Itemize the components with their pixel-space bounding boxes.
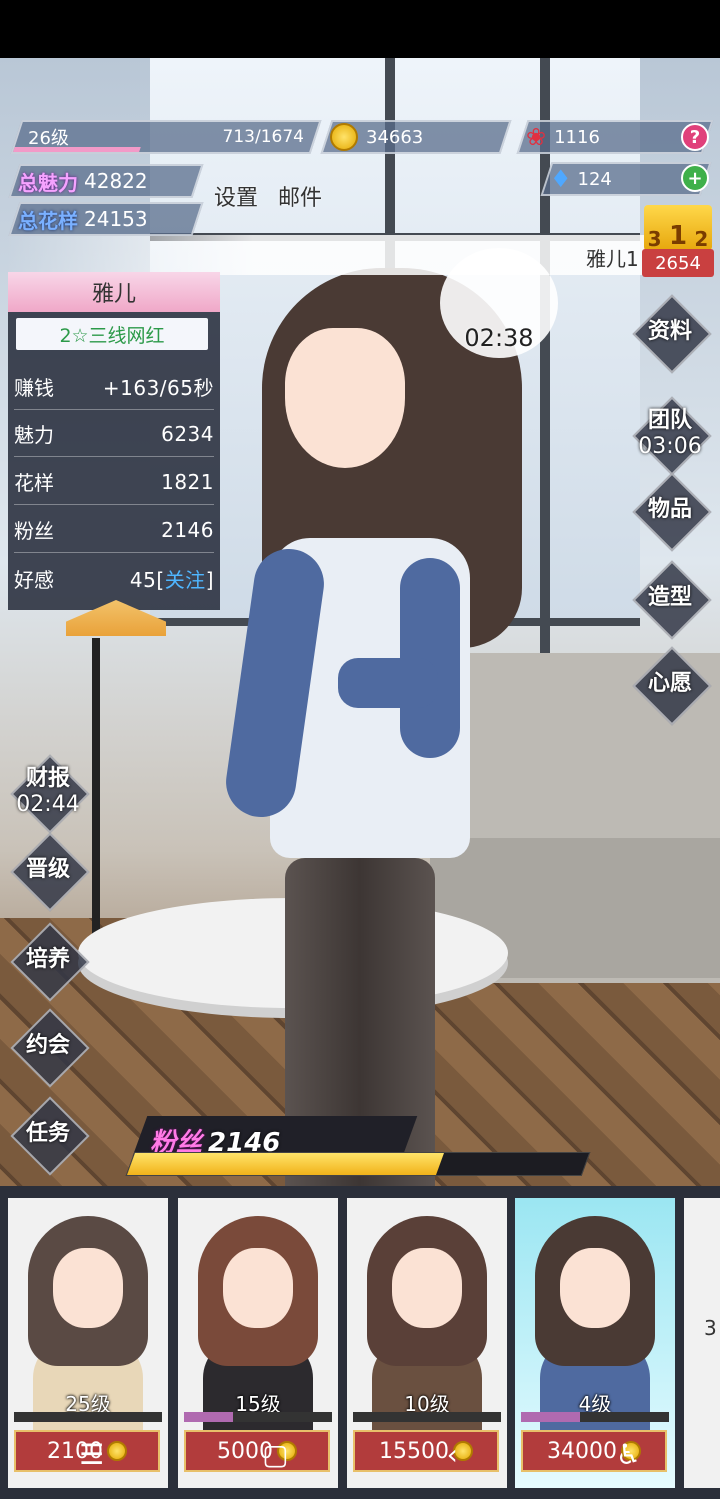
favor-label: 好感 xyxy=(14,567,54,592)
train-button[interactable]: 培养 xyxy=(12,924,84,996)
card-face xyxy=(560,1248,630,1328)
coin-counter[interactable]: 34663 xyxy=(320,120,512,154)
date-button[interactable]: 约会 xyxy=(12,1010,84,1082)
favor-row: 好感 45[关注] xyxy=(14,555,214,601)
podium-3rd: 3 xyxy=(647,227,662,251)
add-diamond-button[interactable]: + xyxy=(681,164,709,192)
podium-icon: 3 1 2 xyxy=(644,205,712,251)
promote-button[interactable]: 晋级 xyxy=(12,834,84,906)
settings-button[interactable]: 设置 xyxy=(214,180,258,212)
level-bar[interactable]: 26级 713/1674 xyxy=(10,120,322,154)
charm-label: 总魅力 xyxy=(18,170,78,195)
character-tier: 2☆三线网红 xyxy=(16,318,208,350)
podium-2nd: 2 xyxy=(694,227,709,251)
card-face xyxy=(392,1248,462,1328)
stat-value: 2146 xyxy=(161,517,214,542)
report-timer: 02:44 xyxy=(16,792,80,817)
tasks-label: 任务 xyxy=(25,1121,70,1146)
team-button[interactable]: 团队 03:06 xyxy=(634,398,706,470)
stat-label: 魅力 xyxy=(14,423,54,447)
styling-button[interactable]: 造型 xyxy=(634,562,706,634)
coin-icon xyxy=(330,123,358,151)
total-style: 总花样 24153 xyxy=(8,202,204,236)
styling-label: 造型 xyxy=(647,585,692,610)
peek-label: 3 xyxy=(704,1316,717,1340)
profile-label: 资料 xyxy=(647,319,692,344)
stat-row: 花样 1821 xyxy=(14,459,214,505)
style-value: 24153 xyxy=(84,207,148,231)
bubble-timer: 02:38 xyxy=(464,324,534,352)
stat-value: 6234 xyxy=(161,421,214,446)
system-nav-bar: ☰ ▢ ‹ ♿ xyxy=(0,1410,720,1499)
charm-value: 42822 xyxy=(84,169,148,193)
diamond-icon: ♦ xyxy=(550,165,572,193)
profile-button[interactable]: 资料 xyxy=(634,296,706,368)
rank-score: 2654 xyxy=(642,249,714,277)
rank-badge[interactable]: 3 1 2 2654 xyxy=(642,205,714,281)
team-timer: 03:06 xyxy=(638,434,702,459)
floor-lamp xyxy=(92,638,100,958)
fans-progress-fill xyxy=(126,1153,444,1175)
banner-name: 雅儿1 xyxy=(586,247,639,271)
stat-label: 粉丝 xyxy=(14,519,54,543)
wish-label: 心愿 xyxy=(647,671,692,696)
favor-value: 45[关注] xyxy=(129,567,214,592)
team-label: 团队 xyxy=(647,408,692,433)
back-icon[interactable]: ‹ xyxy=(447,1438,458,1471)
follow-link[interactable]: 关注 xyxy=(165,568,206,592)
thought-bubble[interactable]: 02:38 xyxy=(440,248,558,358)
rose-value: 1116 xyxy=(554,126,600,148)
promote-label: 晋级 xyxy=(25,857,70,882)
stat-row: 赚钱 +163/65秒 xyxy=(14,364,214,410)
menu-icon[interactable]: ☰ xyxy=(79,1438,104,1471)
items-label: 物品 xyxy=(647,497,692,522)
date-label: 约会 xyxy=(25,1033,70,1058)
stat-row: 粉丝 2146 xyxy=(14,507,214,553)
character-bow xyxy=(338,658,438,708)
train-label: 培养 xyxy=(25,947,70,972)
tasks-button[interactable]: 任务 xyxy=(12,1098,84,1170)
home-icon[interactable]: ▢ xyxy=(262,1438,288,1471)
rose-icon: ❀ xyxy=(526,123,547,151)
style-label: 总花样 xyxy=(18,208,78,233)
items-button[interactable]: 物品 xyxy=(634,474,706,546)
fans-progress-bar xyxy=(125,1152,591,1176)
stat-value: +163/65秒 xyxy=(102,376,214,400)
wish-button[interactable]: 心愿 xyxy=(634,648,706,720)
character-name: 雅儿 xyxy=(8,272,220,312)
accessibility-icon[interactable]: ♿ xyxy=(616,1438,641,1471)
help-button[interactable]: ? xyxy=(681,123,709,151)
stat-label: 赚钱 xyxy=(14,376,54,400)
mail-button[interactable]: 邮件 xyxy=(278,180,322,212)
card-face xyxy=(53,1248,123,1328)
report-button[interactable]: 财报 02:44 xyxy=(12,756,84,828)
favor-number: 45 xyxy=(129,567,157,592)
total-charm: 总魅力 42822 xyxy=(8,164,204,198)
card-face xyxy=(223,1248,293,1328)
character-face xyxy=(285,328,405,468)
coin-value: 34663 xyxy=(366,126,424,148)
stat-value: 1821 xyxy=(161,469,214,494)
exp-fill xyxy=(13,147,141,152)
podium-1st: 1 xyxy=(668,221,688,251)
exp-text: 713/1674 xyxy=(222,127,304,147)
stat-label: 花样 xyxy=(14,471,54,495)
diamond-value: 124 xyxy=(577,168,612,190)
stat-row: 魅力 6234 xyxy=(14,411,214,457)
report-label: 财报 xyxy=(25,766,70,791)
